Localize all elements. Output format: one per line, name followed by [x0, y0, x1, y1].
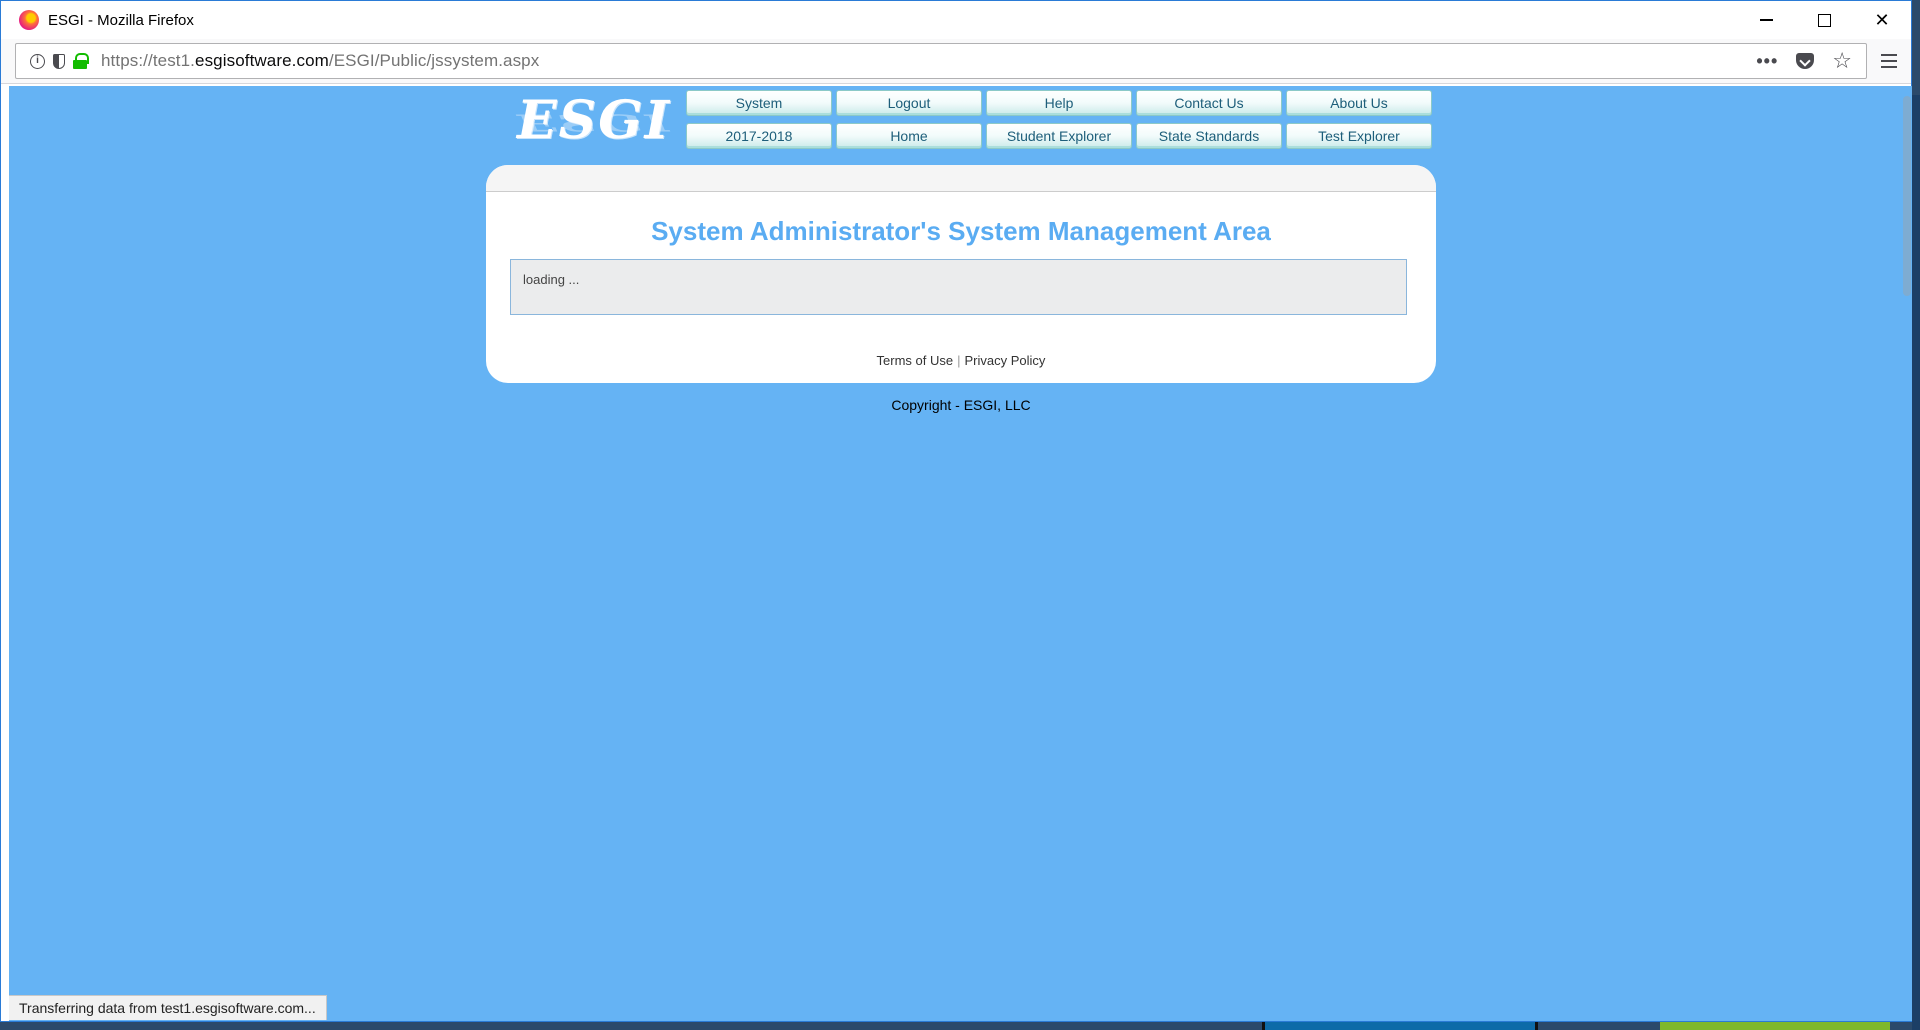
window-controls: ✕ [1737, 1, 1911, 39]
close-icon: ✕ [1874, 9, 1890, 31]
footer-links: Terms of Use | Privacy Policy [486, 353, 1436, 368]
terms-of-use-link[interactable]: Terms of Use [877, 353, 954, 368]
esgi-logo: ESGI ESGI [517, 90, 671, 165]
logo-reflection: ESGI [517, 108, 671, 136]
nav-school-year-button[interactable]: 2017-2018 [686, 123, 832, 149]
minimize-icon [1759, 19, 1773, 21]
pocket-icon[interactable] [1796, 53, 1815, 69]
page-actions-icon[interactable]: ••• [1756, 51, 1778, 72]
page-actions: ••• ☆ [1756, 49, 1866, 74]
lock-icon[interactable] [73, 53, 89, 69]
nav-system-button[interactable]: System [686, 90, 832, 116]
nav-student-explorer-button[interactable]: Student Explorer [986, 123, 1132, 149]
url-text[interactable]: https://test1.esgisoftware.com/ESGI/Publ… [101, 51, 539, 71]
loading-text: loading ... [523, 272, 580, 287]
tracking-shield-icon[interactable] [53, 53, 65, 69]
window-title: ESGI - Mozilla Firefox [48, 11, 194, 29]
url-host: esgisoftware.com [195, 51, 329, 70]
nav-home-button[interactable]: Home [836, 123, 982, 149]
nav-test-explorer-button[interactable]: Test Explorer [1286, 123, 1432, 149]
identity-icons: i [30, 53, 89, 69]
maximize-button[interactable] [1795, 1, 1853, 39]
status-bar: Transferring data from test1.esgisoftwar… [9, 995, 327, 1020]
privacy-policy-link[interactable]: Privacy Policy [965, 353, 1046, 368]
scrollbar-thumb[interactable] [1903, 96, 1911, 296]
close-button[interactable]: ✕ [1853, 1, 1911, 39]
maximize-icon [1817, 13, 1831, 27]
firefox-logo-icon [19, 10, 39, 30]
firefox-window: ESGI - Mozilla Firefox ✕ i https://test1… [0, 0, 1912, 1022]
nav-contact-us-button[interactable]: Contact Us [1136, 90, 1282, 116]
minimize-button[interactable] [1737, 1, 1795, 39]
scrollbar[interactable] [1902, 86, 1912, 1021]
status-text: Transferring data from test1.esgisoftwar… [19, 1000, 316, 1016]
nav-state-standards-button[interactable]: State Standards [1136, 123, 1282, 149]
site-navigation: System Logout Help Contact Us About Us 2… [686, 90, 1432, 149]
web-page: ESGI ESGI System Logout Help Contact Us … [9, 86, 1912, 1021]
url-bar[interactable]: i https://test1.esgisoftware.com/ESGI/Pu… [15, 43, 1867, 79]
footer-separator: | [957, 353, 961, 368]
hamburger-menu-icon[interactable] [1881, 54, 1897, 68]
copyright-text: Copyright - ESGI, LLC [891, 397, 1031, 413]
url-path: /ESGI/Public/jssystem.aspx [328, 51, 540, 70]
navigation-toolbar: i https://test1.esgisoftware.com/ESGI/Pu… [1, 39, 1911, 84]
bookmark-star-icon[interactable]: ☆ [1832, 49, 1852, 74]
info-icon[interactable]: i [30, 53, 45, 69]
nav-logout-button[interactable]: Logout [836, 90, 982, 116]
page-title: System Administrator's System Management… [651, 216, 1271, 246]
nav-about-us-button[interactable]: About Us [1286, 90, 1432, 116]
desktop-background-right [1912, 95, 1920, 1030]
nav-help-button[interactable]: Help [986, 90, 1132, 116]
loading-area: loading ... [510, 259, 1407, 315]
panel-header [486, 165, 1436, 192]
url-prefix: https://test1. [101, 51, 196, 70]
window-titlebar: ESGI - Mozilla Firefox ✕ [1, 1, 1911, 39]
main-panel: System Administrator's System Management… [486, 165, 1436, 383]
